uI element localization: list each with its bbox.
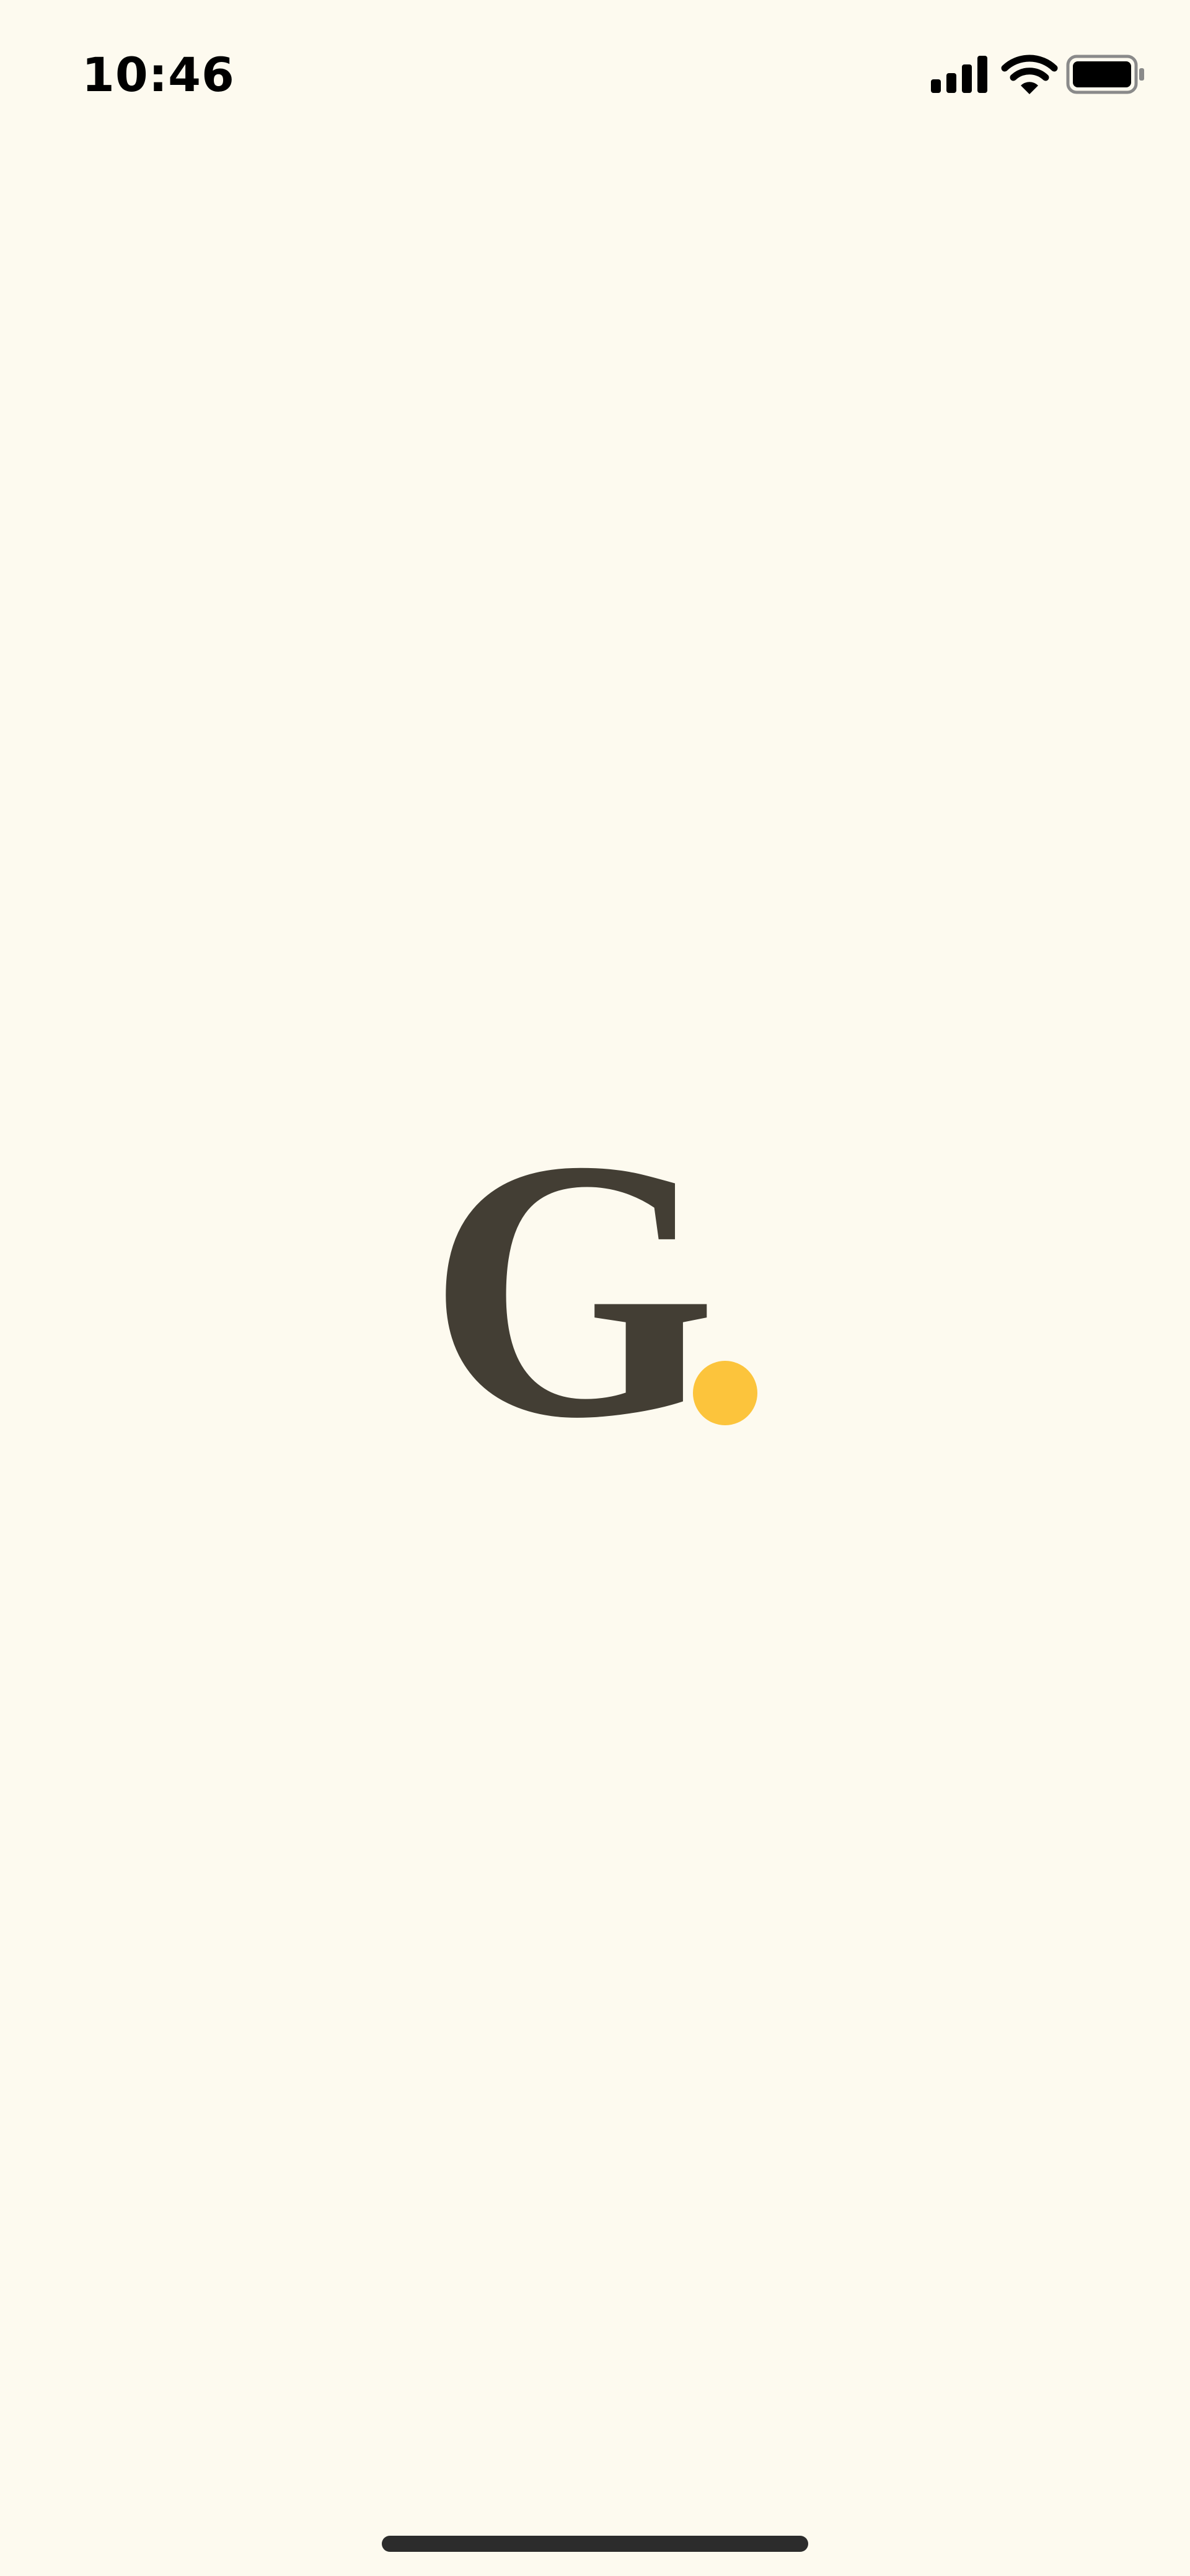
logo-letter: G [428, 1083, 717, 1495]
wifi-icon [1001, 55, 1058, 94]
signal-icon [931, 56, 987, 93]
battery-icon [1066, 55, 1144, 94]
logo-dot [693, 1361, 757, 1425]
app-logo: G [428, 1083, 775, 1495]
home-indicator[interactable] [382, 2536, 808, 2552]
status-time: 10:46 [82, 47, 235, 102]
status-bar: 10:46 [0, 0, 1190, 149]
